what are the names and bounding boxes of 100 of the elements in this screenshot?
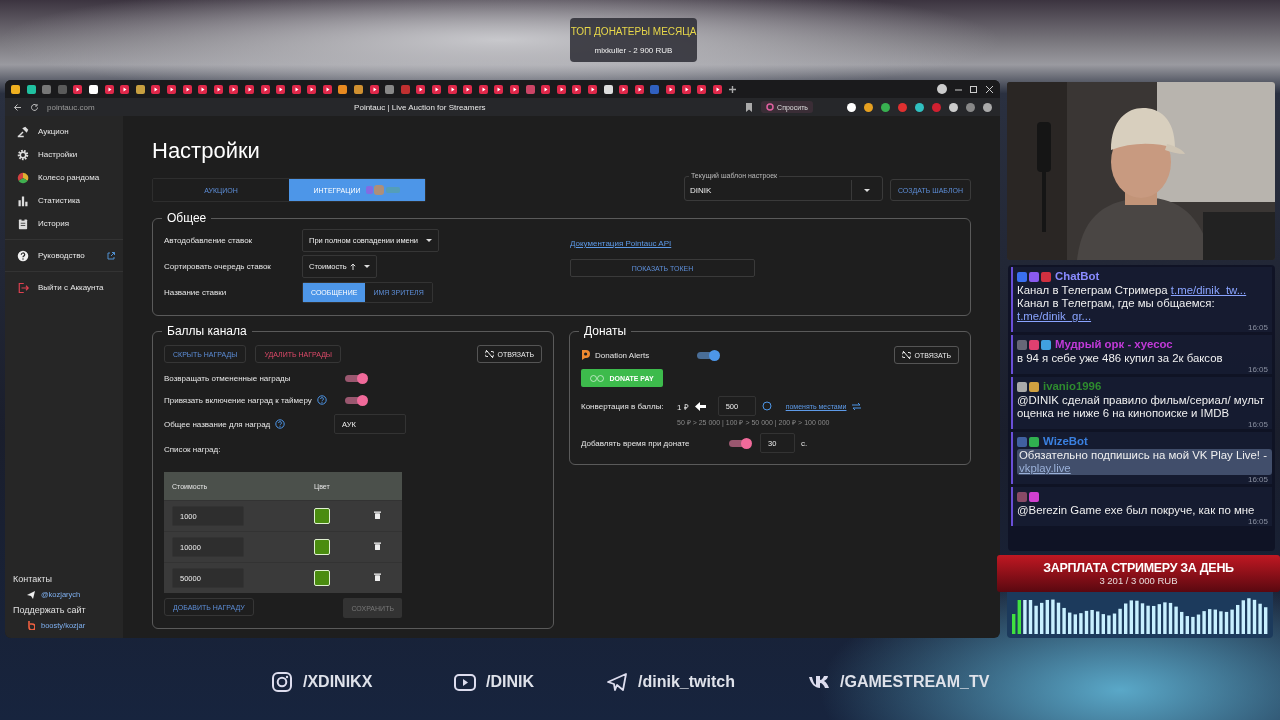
nav-item[interactable]: Выйти с Аккаунта <box>5 276 123 299</box>
play-tab-icon[interactable] <box>478 84 488 94</box>
nav-item[interactable]: Статистика <box>5 189 123 212</box>
play-tab-icon[interactable] <box>541 84 551 94</box>
tab-favicon-icon[interactable] <box>88 84 98 94</box>
trash-icon[interactable] <box>374 511 381 519</box>
nav-label: Аукцион <box>38 127 69 136</box>
badge-icon <box>1017 381 1027 392</box>
trash-icon[interactable] <box>374 573 381 581</box>
close-icon[interactable] <box>985 84 994 94</box>
play-tab-icon[interactable] <box>432 84 442 94</box>
swap-icon[interactable] <box>852 402 862 410</box>
nav-item[interactable]: История <box>5 212 123 235</box>
play-tab-icon[interactable] <box>447 84 457 94</box>
username: ivanio1996 <box>1043 380 1102 393</box>
play-tab-icon[interactable] <box>307 84 317 94</box>
auction-icon <box>17 125 29 138</box>
nav-item[interactable]: Колесо рандома <box>5 166 123 189</box>
play-tab-icon[interactable] <box>463 84 473 94</box>
play-tab-icon[interactable] <box>494 84 504 94</box>
setting-label: Сортировать очередь ставок <box>164 261 272 271</box>
social-handle[interactable]: /GAMESTREAM_TV <box>840 673 990 691</box>
play-tab-icon[interactable] <box>182 84 192 94</box>
play-tab-icon[interactable] <box>556 84 566 94</box>
settings-icon <box>17 148 29 161</box>
instagram-icon[interactable] <box>271 671 293 693</box>
play-tab-icon[interactable] <box>244 84 254 94</box>
play-tab-icon[interactable] <box>229 84 239 94</box>
play-tab-icon[interactable] <box>665 84 675 94</box>
play-tab-icon[interactable] <box>510 84 519 94</box>
arrow-up-icon <box>349 262 356 270</box>
toggle-switch[interactable] <box>345 396 367 404</box>
message-link[interactable]: t.me/dinik_gr... <box>1017 310 1092 322</box>
color-swatch[interactable] <box>314 508 330 524</box>
message-link[interactable]: t.me/dinik_tw... <box>1170 284 1247 296</box>
social-handle[interactable]: /XDINIKX <box>303 673 373 691</box>
setting-label: Добавлять время при донате <box>581 438 691 448</box>
message-text: Канал в Телеграм Стримера t.me/dinik_tw... Канал в Телеграм, где мы общаемся: t.me/dinik_gr... <box>1017 284 1248 323</box>
message-link[interactable]: vkplay.live <box>1019 462 1071 474</box>
play-tab-icon[interactable] <box>73 84 83 94</box>
goal-amount: 3 201 / 3 000 RUB <box>1099 575 1178 586</box>
reload-icon[interactable] <box>30 102 39 112</box>
play-tab-icon[interactable] <box>166 84 176 94</box>
color-swatch[interactable] <box>314 539 330 555</box>
telegram-icon[interactable] <box>606 671 628 693</box>
play-tab-icon[interactable] <box>681 84 691 94</box>
play-tab-icon[interactable] <box>697 84 707 94</box>
currency-amount: 1 ₽ <box>677 401 689 412</box>
play-tab-icon[interactable] <box>416 84 426 94</box>
tab-favicon-icon[interactable] <box>135 84 145 94</box>
play-tab-icon[interactable] <box>120 84 130 94</box>
setting-label: Автодобавление ставок <box>164 235 254 245</box>
play-tab-icon[interactable] <box>712 84 722 94</box>
donate-pay-icon <box>590 374 605 382</box>
back-icon[interactable] <box>13 102 22 112</box>
play-tab-icon[interactable] <box>322 84 332 94</box>
history-icon <box>17 217 29 230</box>
nav-label: История <box>38 219 70 228</box>
social-handle[interactable]: /dinik_twitch <box>638 673 735 691</box>
maximize-icon[interactable] <box>969 84 979 94</box>
toggle-switch[interactable] <box>345 374 367 382</box>
profile-icon[interactable] <box>937 84 948 94</box>
social-handle[interactable]: /DINIK <box>486 673 534 691</box>
play-tab-icon[interactable] <box>572 84 582 94</box>
toggle-switch[interactable] <box>729 439 751 447</box>
badge-icon <box>1017 436 1027 447</box>
page-title: Настройки <box>152 140 260 162</box>
nav-item[interactable]: Аукцион <box>5 120 123 143</box>
bookmark-icon[interactable] <box>745 102 754 112</box>
play-tab-icon[interactable] <box>619 84 629 94</box>
play-tab-icon[interactable] <box>198 84 208 94</box>
nav-item[interactable]: Руководство <box>5 244 123 267</box>
badge-icon <box>1017 491 1027 502</box>
message-text: @DINIK сделай правило фильм/сериал/ мульт оценка не ниже 6 на кинопоиске и IMDB <box>1017 394 1266 420</box>
api-docs-link[interactable]: Документация Pointauc API <box>570 239 672 248</box>
play-tab-icon[interactable] <box>213 84 223 94</box>
badge-icon <box>1029 381 1039 392</box>
help-icon[interactable] <box>316 395 327 405</box>
play-tab-icon[interactable] <box>291 84 301 94</box>
color-swatch[interactable] <box>314 570 330 586</box>
message-time: 16:05 <box>1247 323 1268 332</box>
play-tab-icon[interactable] <box>276 84 286 94</box>
play-tab-icon[interactable] <box>151 84 161 94</box>
tab-favicon-icon[interactable] <box>603 84 613 94</box>
trash-icon[interactable] <box>374 542 381 550</box>
external-link-icon[interactable] <box>107 251 115 260</box>
play-tab-icon[interactable] <box>634 84 644 94</box>
nav-item[interactable]: Настройки <box>5 143 123 166</box>
section-title: Поддержать сайт <box>13 605 87 615</box>
new-tab-icon[interactable] <box>728 84 738 94</box>
play-tab-icon[interactable] <box>587 84 597 94</box>
help-icon[interactable] <box>275 419 286 429</box>
toggle-switch[interactable] <box>697 351 719 359</box>
message-time: 16:05 <box>1247 475 1268 484</box>
youtube-icon[interactable] <box>454 671 476 693</box>
play-tab-icon[interactable] <box>260 84 270 94</box>
play-tab-icon[interactable] <box>369 84 379 94</box>
play-tab-icon[interactable] <box>104 84 114 94</box>
address-field[interactable]: pointauc.com <box>47 102 95 112</box>
caret-icon <box>863 188 870 192</box>
